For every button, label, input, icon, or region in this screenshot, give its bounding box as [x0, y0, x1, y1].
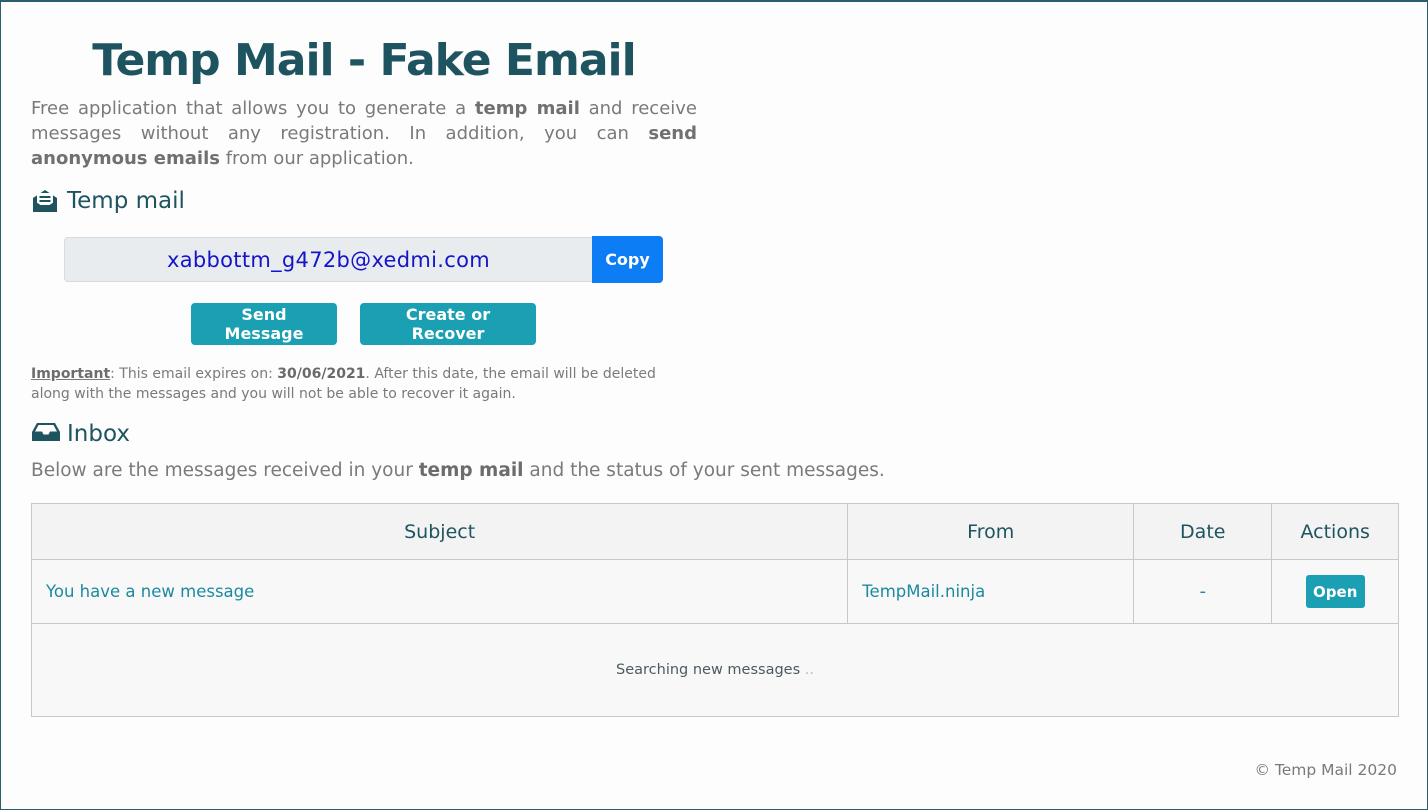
- table-row: You have a new message TempMail.ninja - …: [30, 559, 1399, 624]
- intro-text: Free application that allows you to gene…: [31, 96, 697, 171]
- message-from: TempMail.ninja: [847, 559, 1135, 624]
- page-title: Temp Mail - Fake Email: [92, 35, 636, 86]
- expiry-notice: Important: This email expires on: 30/06/…: [31, 364, 691, 404]
- email-field-group: xabbottm_g472b@xedmi.com Copy: [64, 236, 663, 284]
- app-frame: Temp Mail - Fake Email Free application …: [0, 0, 1428, 810]
- important-label: Important: [31, 366, 111, 382]
- create-or-recover-button[interactable]: Create or Recover: [360, 303, 536, 345]
- expiry-text: : This email expires on:: [110, 366, 278, 382]
- inbox-heading-label: Inbox: [67, 421, 130, 447]
- table-header-row: Subject From Date Actions: [30, 503, 1399, 560]
- inbox-desc-bold: temp mail: [418, 460, 524, 481]
- intro-part: from our application.: [219, 148, 414, 169]
- column-header-date: Date: [1133, 503, 1273, 560]
- header-section: Temp Mail - Fake Email Free application …: [31, 32, 697, 171]
- searching-status: Searching new messages ..: [31, 623, 1399, 717]
- message-date: -: [1133, 559, 1273, 624]
- column-header-actions: Actions: [1271, 503, 1399, 560]
- message-actions: Open: [1271, 559, 1399, 624]
- searching-row: Searching new messages ..: [31, 623, 1399, 717]
- copy-button[interactable]: Copy: [592, 236, 663, 283]
- inbox-heading: Inbox: [31, 421, 130, 447]
- inbox-tray-icon: [31, 421, 60, 447]
- intro-part: Free application that allows you to gene…: [31, 98, 475, 119]
- important-label-wrap: Important: [31, 366, 110, 382]
- open-message-button[interactable]: Open: [1305, 575, 1365, 608]
- searching-dots: ..: [804, 662, 814, 678]
- column-header-from: From: [847, 503, 1135, 560]
- temp-mail-heading-label: Temp mail: [67, 188, 185, 214]
- envelope-open-text-icon: [31, 188, 59, 214]
- inbox-desc-part: Below are the messages received in your: [31, 460, 419, 481]
- email-address-field[interactable]: xabbottm_g472b@xedmi.com: [64, 237, 592, 282]
- inbox-description: Below are the messages received in your …: [31, 460, 885, 481]
- intro-bold: temp mail: [474, 98, 580, 119]
- footer-copyright: © Temp Mail 2020: [1254, 761, 1397, 779]
- inbox-table: Subject From Date Actions You have a new…: [30, 503, 1399, 717]
- message-subject[interactable]: You have a new message: [30, 559, 849, 624]
- inbox-desc-part: and the status of your sent messages.: [523, 460, 885, 481]
- searching-text: Searching new messages: [616, 662, 801, 678]
- expiry-date: 30/06/2021: [277, 366, 366, 382]
- send-message-button[interactable]: Send Message: [191, 303, 337, 345]
- column-header-subject: Subject: [30, 503, 849, 560]
- temp-mail-heading: Temp mail: [31, 188, 185, 214]
